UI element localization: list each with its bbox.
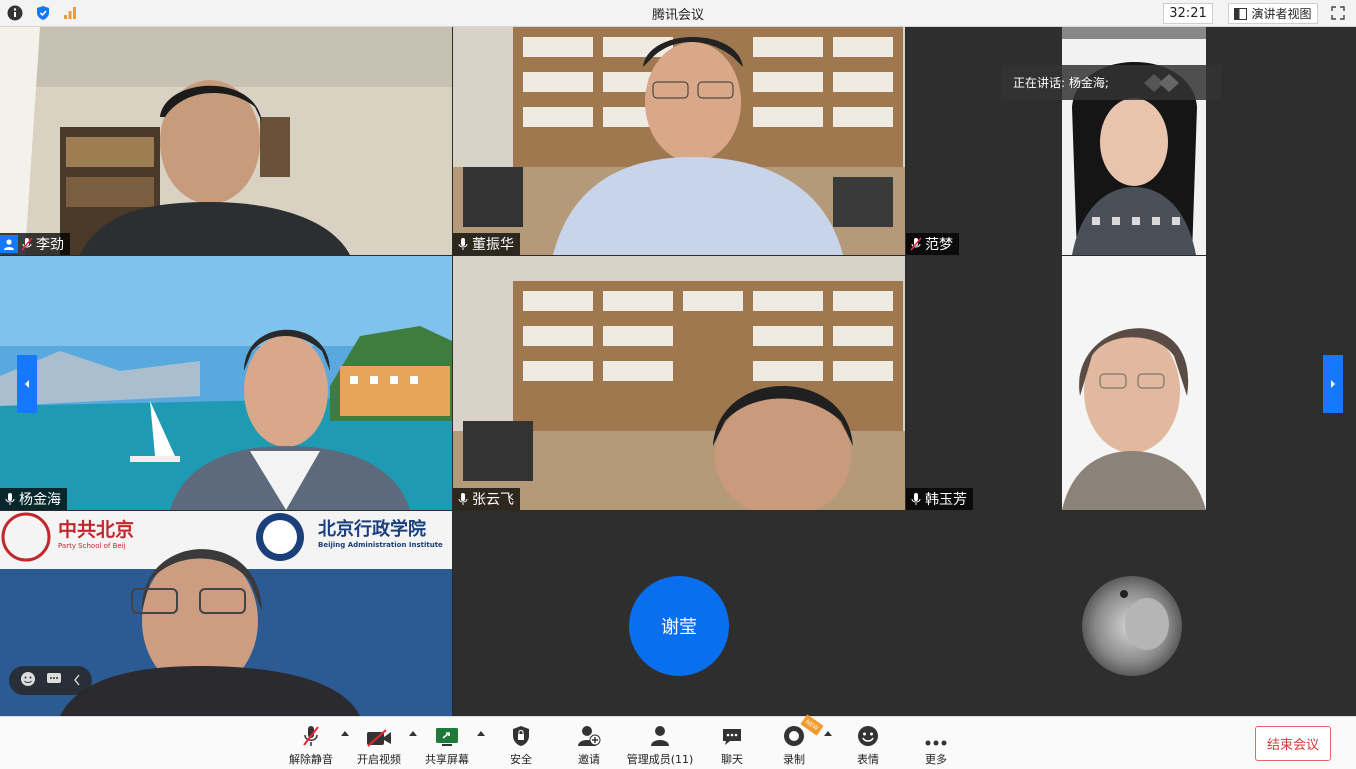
video-tile-4[interactable]: 张云飞 — [453, 256, 905, 510]
video-tile-2[interactable]: 范梦 — [906, 27, 1356, 255]
invite-label: 邀请 — [578, 753, 600, 766]
unmute-label: 解除静音 — [289, 753, 333, 766]
record-icon — [784, 726, 804, 746]
participant-name: 范梦 — [925, 237, 953, 253]
start-video-label: 开启视频 — [357, 753, 401, 766]
emoji-icon[interactable] — [20, 671, 36, 691]
participant-video — [1062, 256, 1206, 510]
add-user-icon — [578, 726, 601, 746]
host-icon — [0, 235, 18, 253]
security-label: 安全 — [510, 753, 532, 766]
video-tile-8[interactable] — [906, 511, 1356, 716]
members-icon — [651, 726, 669, 746]
mic-icon — [458, 238, 468, 250]
mic-icon — [5, 493, 15, 505]
collapse-chevron-icon[interactable] — [73, 671, 81, 690]
window-title: 腾讯会议 — [651, 8, 704, 23]
share-screen-label: 共享屏幕 — [425, 753, 469, 766]
speaking-indicator: 正在讲话: 杨金海; — [1001, 65, 1221, 100]
participant-video — [0, 256, 452, 510]
meeting-toolbar: 解除静音 开启视频 共享屏幕 安全 邀请 管理成员(11) 聊天 录制 NEW … — [0, 714, 1356, 769]
record-label: 录制 — [783, 753, 805, 766]
participant-video — [1062, 27, 1206, 255]
participant-avatar: 谢莹 — [629, 576, 729, 676]
audio-options-caret[interactable] — [341, 731, 349, 736]
manage-members-label: 管理成员(11) — [626, 753, 694, 766]
speaker-view-button[interactable]: 演讲者视图 — [1228, 3, 1318, 24]
participant-name-tag: 董振华 — [453, 233, 520, 255]
mic-icon — [911, 493, 921, 505]
mic-muted-icon — [910, 237, 922, 251]
participant-name-tag: 张云飞 — [453, 488, 520, 510]
video-tile-6[interactable]: 中共北京 Party School of Beij 北京行政学院 Beijing… — [0, 511, 452, 716]
chat-icon — [723, 729, 741, 745]
institute-english: Beijing Administration Institute — [318, 541, 443, 549]
speaker-view-label: 演讲者视图 — [1251, 7, 1312, 21]
chat-label: 聊天 — [721, 753, 743, 766]
participant-name: 李劲 — [36, 237, 64, 253]
chat-bubble-icon[interactable] — [46, 671, 62, 690]
video-off-icon — [367, 729, 391, 747]
fullscreen-button[interactable] — [1328, 4, 1348, 22]
speaking-text: 正在讲话: 杨金海; — [1013, 76, 1109, 90]
participant-name-tag: 范梦 — [906, 233, 959, 255]
chevron-right-icon — [1331, 380, 1335, 388]
participant-video — [0, 27, 452, 255]
party-school-logo-text: 中共北京 Party School of Beij — [58, 515, 148, 550]
institute-name: 北京行政学院 — [318, 519, 426, 540]
security-button[interactable]: 安全 — [500, 723, 542, 767]
previous-page-button[interactable] — [17, 355, 37, 413]
share-screen-icon — [436, 728, 458, 746]
participant-name: 韩玉芳 — [925, 492, 967, 508]
emoji-icon — [858, 726, 878, 746]
end-meeting-button[interactable]: 结束会议 — [1255, 726, 1331, 761]
invite-button[interactable]: 邀请 — [568, 723, 610, 767]
video-tile-0[interactable]: 李劲 — [0, 27, 452, 255]
manage-members-button[interactable]: 管理成员(11) — [626, 723, 694, 767]
participant-video — [453, 27, 905, 255]
speaking-wave-icon — [1143, 73, 1179, 92]
video-tile-1[interactable]: 董振华 — [453, 27, 905, 255]
party-school-english: Party School of Beij — [58, 542, 126, 550]
share-options-caret[interactable] — [477, 731, 485, 736]
party-school-name: 中共北京 — [58, 519, 135, 541]
participant-name: 张云飞 — [472, 492, 514, 508]
participant-video — [453, 256, 905, 510]
unmute-button[interactable]: 解除静音 — [288, 723, 334, 767]
video-tile-3[interactable]: 杨金海 — [0, 256, 452, 510]
video-options-caret[interactable] — [409, 731, 417, 736]
start-video-button[interactable]: 开启视频 — [355, 723, 403, 767]
reactions-label: 表情 — [857, 753, 879, 766]
mic-muted-icon — [21, 237, 33, 251]
fullscreen-icon — [1331, 6, 1345, 20]
video-tile-7[interactable]: 谢莹 — [453, 511, 905, 716]
participant-name: 杨金海 — [19, 492, 61, 508]
participant-name-tag: 李劲 — [0, 233, 70, 255]
reactions-button[interactable]: 表情 — [848, 723, 888, 767]
participant-name-tag: 杨金海 — [0, 488, 67, 510]
mic-muted-icon — [303, 726, 319, 746]
title-bar: 腾讯会议 32:21 演讲者视图 — [0, 0, 1356, 27]
mic-icon — [458, 493, 468, 505]
participant-avatar-image — [1082, 576, 1182, 676]
more-label: 更多 — [925, 753, 947, 766]
view-layout-icon — [1234, 7, 1248, 20]
share-screen-button[interactable]: 共享屏幕 — [423, 723, 471, 767]
participant-name: 董振华 — [472, 237, 514, 253]
institute-logo-text: 北京行政学院 Beijing Administration Institute — [318, 515, 443, 549]
participant-name-tag: 韩玉芳 — [906, 488, 973, 510]
next-page-button[interactable] — [1323, 355, 1343, 413]
more-icon — [925, 740, 947, 746]
more-button[interactable]: 更多 — [916, 723, 956, 767]
security-shield-icon — [513, 726, 529, 746]
record-options-caret[interactable] — [824, 731, 832, 736]
chevron-left-icon — [25, 380, 29, 388]
meeting-timer: 32:21 — [1163, 3, 1213, 24]
video-tile-5[interactable]: 韩玉芳 — [906, 256, 1356, 510]
chat-button[interactable]: 聊天 — [712, 723, 752, 767]
reaction-bar — [9, 666, 92, 695]
